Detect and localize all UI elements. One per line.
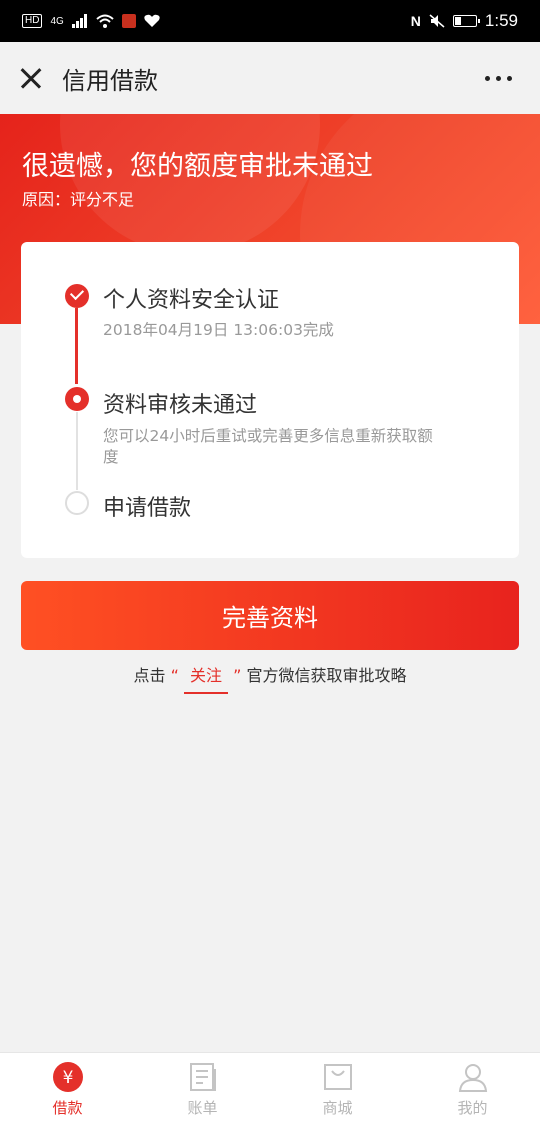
- yuan-icon: ¥: [52, 1061, 84, 1093]
- tab-loan[interactable]: ¥ 借款: [0, 1053, 135, 1123]
- tab-mine[interactable]: 我的: [405, 1053, 540, 1123]
- user-icon: [457, 1061, 489, 1093]
- svg-text:¥: ¥: [62, 1068, 73, 1088]
- battery-icon: [452, 15, 480, 27]
- health-icon: [144, 14, 160, 27]
- tip-quote-open: “: [170, 666, 179, 685]
- more-icon[interactable]: [485, 76, 512, 81]
- status-right: N 1:59: [411, 11, 518, 31]
- network-label: 4G: [50, 15, 64, 27]
- wifi-icon: [96, 14, 114, 28]
- status-bar: HD 4G N 1:59: [0, 0, 540, 42]
- nav-bar: 信用借款: [0, 42, 540, 114]
- status-left: HD 4G: [22, 14, 160, 28]
- shop-icon: [322, 1061, 354, 1093]
- tab-bill[interactable]: 账单: [135, 1053, 270, 1123]
- hd-badge: HD: [22, 14, 43, 28]
- tip-prefix: 点击: [133, 666, 166, 685]
- banner-reason: 原因：评分不足: [22, 190, 135, 209]
- follow-link[interactable]: 关注: [183, 662, 228, 694]
- tab-label: 我的: [457, 1099, 488, 1117]
- tip-quote-close: ”: [233, 666, 242, 685]
- mute-icon: [429, 14, 445, 28]
- progress-card: 个人资料安全认证 2018年04月19日 13:06:03完成 资料审核未通过 …: [21, 242, 519, 558]
- banner-title: 很遗憾，您的额度审批未通过: [22, 151, 373, 182]
- step-desc: 2018年04月19日 13:06:03完成: [103, 321, 334, 339]
- clock: 1:59: [484, 11, 518, 30]
- step-title: 个人资料安全认证: [103, 288, 280, 313]
- pending-step-icon: [65, 491, 89, 515]
- signal-icon: [71, 14, 87, 28]
- tab-label: 商城: [322, 1099, 353, 1117]
- bill-icon: [187, 1061, 219, 1093]
- nfc-icon: N: [410, 13, 421, 29]
- app-notification-icon: [121, 14, 136, 28]
- step-desc: 您可以24小时后重试或完善更多信息重新获取额度: [103, 427, 433, 466]
- step-title: 资料审核未通过: [103, 393, 258, 418]
- progress-line-pending: [76, 412, 78, 490]
- tab-shop[interactable]: 商城: [270, 1053, 405, 1123]
- complete-profile-button[interactable]: 完善资料: [21, 581, 519, 650]
- page-title: 信用借款: [62, 66, 158, 95]
- tab-bar: ¥ 借款 账单 商城 我的: [0, 1052, 540, 1123]
- tip-suffix: 官方微信获取审批攻略: [246, 666, 407, 685]
- check-circle-icon: [65, 284, 89, 308]
- tab-label: 账单: [187, 1099, 218, 1117]
- step-title: 申请借款: [103, 496, 192, 521]
- close-icon[interactable]: [16, 63, 46, 93]
- current-step-icon: [65, 387, 89, 411]
- tab-label: 借款: [52, 1099, 83, 1117]
- wechat-tip: 点击 “ 关注 ” 官方微信获取审批攻略: [0, 662, 540, 694]
- progress-line-done: [75, 308, 78, 384]
